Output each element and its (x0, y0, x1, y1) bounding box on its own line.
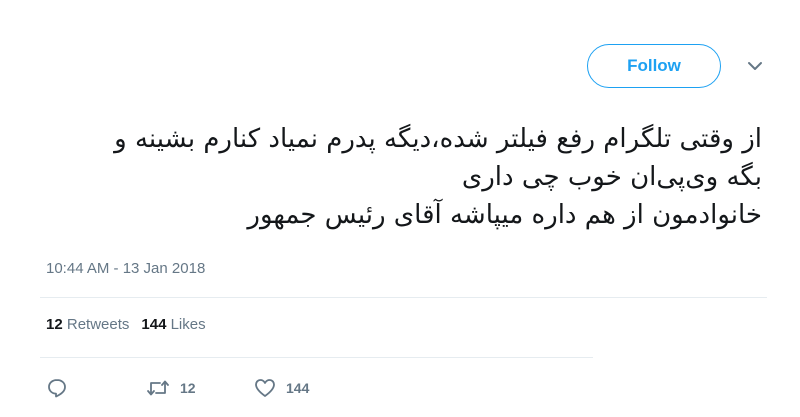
likes-count: 144 (141, 316, 167, 333)
like-button[interactable]: 144 (254, 377, 309, 399)
tweet-text-line: از وقتی تلگرام رفع فیلتر شده،دیگه پدرم ن… (114, 124, 762, 154)
reply-icon (48, 379, 66, 398)
retweets-label: Retweets (66, 316, 130, 333)
retweet-button[interactable]: 12 (146, 377, 196, 399)
chevron-down-icon[interactable] (745, 58, 765, 74)
likes-label: Likes (170, 316, 206, 333)
follow-button[interactable]: Follow (587, 44, 721, 88)
tweet-stats: 12 Retweets 144 Likes (46, 316, 206, 333)
retweets-stat[interactable]: 12 Retweets (46, 316, 129, 333)
tweet-text-line: خانوادمون از هم داره میپاشه آقای رئیس جم… (247, 200, 762, 230)
like-count: 144 (286, 380, 310, 396)
retweet-icon (147, 380, 169, 396)
heart-icon (255, 379, 275, 397)
tweet-card: Follow از وقتی تلگرام رفع فیلتر شده،دیگه… (0, 0, 800, 417)
retweet-count: 12 (180, 380, 196, 396)
divider (40, 357, 593, 358)
likes-stat[interactable]: 144 Likes (141, 316, 205, 333)
reply-button[interactable] (46, 377, 68, 399)
tweet-text-line: بگه وی‌پی‌ان خوب چی داری (461, 162, 762, 192)
divider (40, 297, 767, 298)
tweet-text: از وقتی تلگرام رفع فیلتر شده،دیگه پدرم ن… (40, 120, 762, 234)
retweets-count: 12 (46, 316, 63, 333)
tweet-timestamp[interactable]: 10:44 AM - 13 Jan 2018 (46, 260, 205, 277)
